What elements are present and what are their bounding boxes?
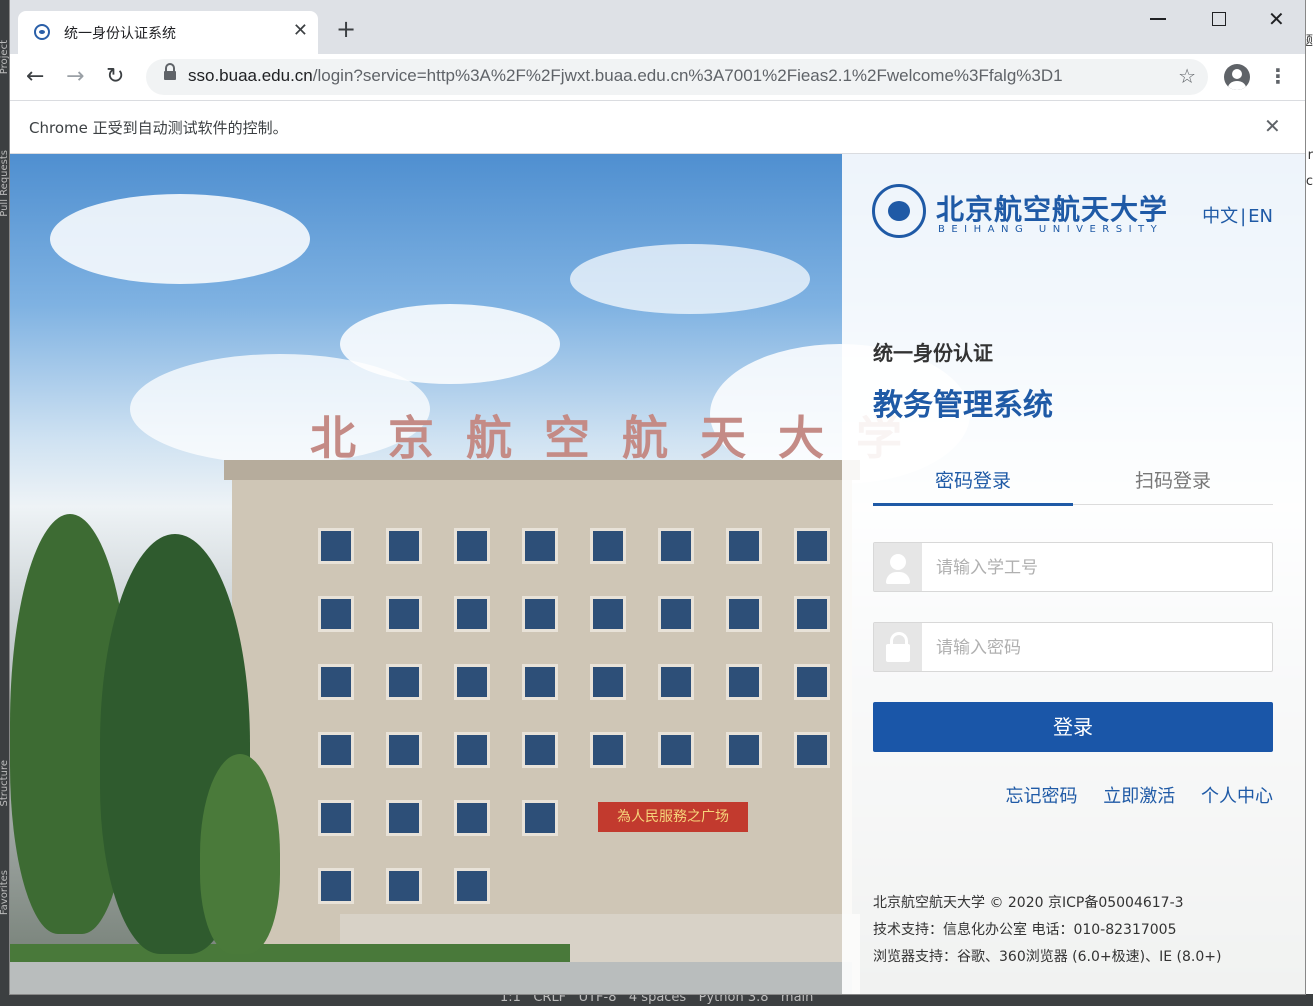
user-icon	[874, 543, 922, 591]
minimize-icon[interactable]	[1150, 18, 1166, 20]
url-path: /login?service=http%3A%2F%2Fjwxt.buaa.ed…	[312, 66, 1063, 85]
ide-right-edge: 题 r c	[1300, 0, 1313, 1006]
footer-browsers: 浏览器支持：谷歌、360浏览器 (6.0+极速)、IE (8.0+)	[873, 949, 1222, 965]
ide-fragment: r	[1307, 148, 1313, 163]
tab-qr-login[interactable]: 扫码登录	[1073, 466, 1273, 493]
logo-chinese-name: 北京航空航天大学	[936, 193, 1169, 226]
ide-status-interpreter[interactable]: Python 3.8	[699, 994, 769, 1005]
reload-icon[interactable]: ↻	[106, 64, 124, 89]
ide-fragment: c	[1305, 174, 1313, 189]
ide-status-branch[interactable]: main	[781, 994, 813, 1005]
back-arrow-icon[interactable]: ←	[26, 64, 44, 89]
auth-subtitle: 统一身份认证	[873, 341, 993, 365]
lang-english-link[interactable]: EN	[1248, 206, 1273, 227]
footer-support: 技术支持：信息化办公室 电话：010-82317005	[873, 922, 1177, 938]
browser-window: 统一身份认证系统 ✕ + ✕ ← → ↻ sso.buaa.edu.cn/log…	[10, 0, 1305, 994]
bookmark-star-icon[interactable]: ☆	[1178, 64, 1196, 88]
login-tabs: 密码登录 扫码登录	[873, 460, 1273, 506]
red-banner: 為人民服務之广场	[598, 802, 748, 832]
kebab-menu-icon[interactable]: ⋮	[1268, 64, 1288, 88]
new-tab-plus-icon[interactable]: +	[336, 15, 356, 43]
username-input[interactable]	[934, 555, 1258, 581]
ide-pull-requests-tab[interactable]: Pull Requests	[0, 150, 10, 217]
logo-english-name: BEIHANG UNIVERSITY	[938, 224, 1164, 235]
personal-center-link[interactable]: 个人中心	[1201, 786, 1273, 807]
lang-separator: |	[1240, 206, 1247, 227]
ide-left-toolbar: Project Pull Requests Structure Favorite…	[0, 0, 10, 1006]
buaa-favicon-icon	[34, 24, 50, 40]
ide-status-bar: 1:1 CRLF UTF-8 4 spaces Python 3.8 main	[0, 994, 1313, 1006]
page-viewport: 北京航空航天大学 為人民服務之广场 北京航空航天大学 BEIHANG UNIVE…	[10, 154, 1305, 994]
login-button[interactable]: 登录	[873, 702, 1273, 752]
rooftop-sign: 北京航空航天大学	[310, 411, 934, 465]
tab-password-login[interactable]: 密码登录	[873, 466, 1073, 493]
password-input[interactable]	[934, 635, 1258, 661]
login-panel: 北京航空航天大学 BEIHANG UNIVERSITY 中文 | EN 统一身份认证…	[842, 154, 1305, 994]
page-footer: 北京航空航天大学 © 2020 京ICP备05004617-3 技术支持：信息化…	[873, 890, 1221, 971]
profile-avatar-icon[interactable]	[1224, 64, 1250, 90]
ide-status-indent[interactable]: 4 spaces	[629, 994, 686, 1005]
url-text[interactable]: sso.buaa.edu.cn/login?service=http%3A%2F…	[188, 66, 1063, 86]
ide-status-encoding[interactable]: UTF-8	[579, 994, 617, 1005]
password-field	[873, 622, 1273, 672]
ide-structure-tab[interactable]: Structure	[0, 760, 10, 807]
language-switch: 中文 | EN	[1202, 202, 1273, 228]
footer-copyright: 北京航空航天大学 © 2020 京ICP备05004617-3	[873, 895, 1184, 911]
tab-strip: 统一身份认证系统 ✕ + ✕	[10, 0, 1305, 54]
active-tab-indicator	[873, 503, 1073, 506]
ide-status-position[interactable]: 1:1	[500, 994, 521, 1005]
lock-icon	[874, 623, 922, 671]
username-field	[873, 542, 1273, 592]
address-bar[interactable]: sso.buaa.edu.cn/login?service=http%3A%2F…	[146, 59, 1208, 95]
account-links: 忘记密码 立即激活 个人中心	[986, 782, 1273, 808]
ide-project-tab[interactable]: Project	[0, 40, 10, 74]
lang-chinese-link[interactable]: 中文	[1202, 206, 1238, 227]
maximize-icon[interactable]	[1212, 12, 1226, 26]
browser-tab[interactable]: 统一身份认证系统 ✕	[18, 11, 318, 54]
ide-favorites-tab[interactable]: Favorites	[0, 870, 10, 915]
tab-title: 统一身份认证系统	[64, 26, 176, 42]
window-close-icon[interactable]: ✕	[1268, 7, 1285, 31]
infobar-close-icon[interactable]: ✕	[1264, 114, 1281, 138]
buaa-seal-logo	[872, 184, 926, 238]
url-host: sso.buaa.edu.cn	[188, 66, 313, 85]
forward-arrow-icon[interactable]: →	[66, 64, 84, 89]
forgot-password-link[interactable]: 忘记密码	[1006, 786, 1078, 807]
system-title: 教务管理系统	[873, 388, 1053, 423]
ide-status-line-ending[interactable]: CRLF	[533, 994, 566, 1005]
automation-infobar: Chrome 正受到自动测试软件的控制。 ✕	[10, 100, 1305, 154]
tab-close-icon[interactable]: ✕	[293, 20, 308, 41]
infobar-message: Chrome 正受到自动测试软件的控制。	[29, 119, 288, 137]
lock-icon[interactable]	[164, 63, 176, 80]
activate-account-link[interactable]: 立即激活	[1103, 786, 1175, 807]
browser-toolbar: ← → ↻ sso.buaa.edu.cn/login?service=http…	[10, 54, 1305, 100]
